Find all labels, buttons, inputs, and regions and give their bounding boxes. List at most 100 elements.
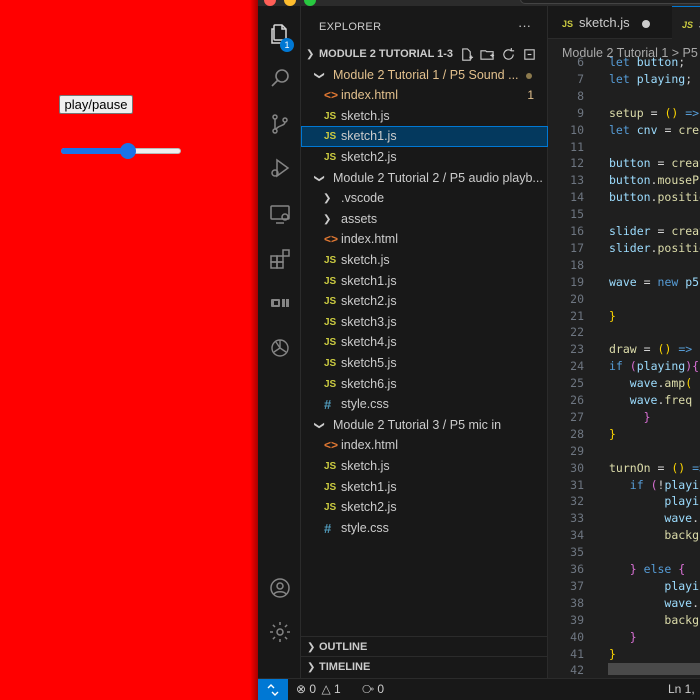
tree-file[interactable]: JS sketch6.js <box>301 374 548 395</box>
tree-folder[interactable]: ❯ Module 2 Tutorial 3 / P5 mic in <box>301 415 548 436</box>
code-line: } <box>609 308 616 323</box>
line-number: 8 <box>577 88 584 103</box>
line-number: 20 <box>570 291 584 306</box>
tree-folder[interactable]: ❯ assets <box>301 209 548 230</box>
js-file-icon: JS <box>682 20 694 30</box>
tree-file[interactable]: JS sketch.js <box>301 106 548 127</box>
tree-file[interactable]: JS sketch1.js <box>301 271 548 292</box>
code-line: } <box>609 646 616 661</box>
css-file-icon: # <box>324 397 332 413</box>
tree-item-label: sketch3.js <box>341 314 397 329</box>
refresh-icon[interactable] <box>501 47 516 62</box>
tab-label: sketch.js <box>579 15 630 30</box>
problems-indicator[interactable]: ⊗ 0 △ 1 <box>296 682 341 696</box>
warning-icon: △ <box>321 682 331 696</box>
tree-file[interactable]: <> index.html 1 <box>301 85 548 106</box>
tree-file[interactable]: # style.css <box>301 394 548 415</box>
run-debug-icon[interactable] <box>258 148 301 188</box>
line-number: 19 <box>570 274 584 289</box>
code-line: } <box>643 409 651 424</box>
tree-file[interactable]: JS sketch.js <box>301 456 548 477</box>
new-file-icon[interactable] <box>459 47 474 62</box>
line-number: 34 <box>570 528 584 543</box>
outline-section[interactable]: ❯ OUTLINE <box>301 636 548 657</box>
tree-file[interactable]: JS sketch2.js <box>301 497 548 518</box>
tree-file[interactable]: JS sketch2.js <box>301 291 548 312</box>
tree-item-label: sketch1.js <box>341 479 397 494</box>
line-number: 40 <box>570 629 584 644</box>
js-file-icon: JS <box>324 358 337 369</box>
js-file-icon: JS <box>324 296 337 308</box>
new-folder-icon[interactable] <box>480 47 495 62</box>
search-icon[interactable] <box>258 58 301 98</box>
slider-thumb[interactable] <box>120 143 137 159</box>
chatgpt-icon[interactable] <box>258 328 301 368</box>
tree-folder[interactable]: ❯ Module 2 Tutorial 1 / P5 Sound ... <box>301 65 548 86</box>
tree-item-label: Module 2 Tutorial 1 / P5 Sound ... <box>333 67 519 82</box>
command-center[interactable] <box>520 0 700 4</box>
files-icon[interactable] <box>258 14 301 54</box>
code-line: playin <box>664 578 700 593</box>
code-line: button.mousePr <box>609 173 700 188</box>
js-file-icon: JS <box>324 461 337 472</box>
copilot-icon[interactable] <box>258 283 301 323</box>
ports-indicator[interactable]: ⧂ 0 <box>362 682 384 697</box>
more-actions-icon[interactable]: ··· <box>518 18 531 33</box>
tab-sketch-js[interactable]: JS sketch.js <box>562 6 650 39</box>
remote-explorer-icon[interactable] <box>258 194 301 234</box>
line-number: 15 <box>570 207 584 222</box>
tree-item-label: sketch.js <box>341 253 390 267</box>
js-file-icon: JS <box>324 502 337 514</box>
cursor-position[interactable]: Ln 1, <box>668 682 695 696</box>
modified-dot-icon <box>526 72 532 79</box>
css-file-icon: # <box>324 520 332 536</box>
line-number: 28 <box>570 426 584 441</box>
activity-bar: 1 <box>258 6 301 678</box>
tree-file[interactable]: JS sketch2.js <box>301 147 548 168</box>
tree-file[interactable]: JS sketch1.js <box>301 477 548 498</box>
html-file-icon: <> <box>324 232 339 247</box>
tab-active[interactable]: JSsk <box>672 6 700 39</box>
js-file-icon: JS <box>324 152 337 163</box>
line-number: 13 <box>570 173 584 188</box>
source-control-icon[interactable] <box>258 104 301 144</box>
workspace-header[interactable]: ❯ MODULE 2 TUTORIAL 1-3 <box>301 44 548 65</box>
line-number: 25 <box>570 376 584 391</box>
tree-file[interactable]: # style.css <box>301 518 548 539</box>
code-line: button = creat <box>609 156 700 171</box>
account-icon[interactable] <box>258 568 301 608</box>
horizontal-scrollbar[interactable] <box>608 663 700 675</box>
slider-fill <box>61 148 129 154</box>
problem-badge: 1 <box>527 88 534 103</box>
tree-folder[interactable]: ❯ Module 2 Tutorial 2 / P5 audio playb... <box>301 168 548 189</box>
extensions-icon[interactable] <box>258 239 301 279</box>
code-line: } else { <box>629 562 686 576</box>
tree-file[interactable]: JS sketch3.js <box>301 312 548 333</box>
line-number: 24 <box>570 359 584 374</box>
line-number: 9 <box>577 105 584 120</box>
play-pause-button[interactable]: play/pause <box>59 95 133 114</box>
settings-gear-icon[interactable] <box>258 612 301 652</box>
tree-folder[interactable]: ❯ .vscode <box>301 188 548 209</box>
line-number: 32 <box>570 494 584 509</box>
tree-item-label: index.html <box>341 438 398 453</box>
volume-slider[interactable] <box>61 143 181 159</box>
tree-file[interactable]: JS sketch.js <box>301 250 548 271</box>
timeline-section[interactable]: ❯ TIMELINE <box>301 656 548 677</box>
broadcast-icon: ⧂ <box>362 682 375 696</box>
collapse-all-icon[interactable] <box>522 47 537 62</box>
remote-indicator[interactable] <box>258 679 288 700</box>
js-file-icon: JS <box>562 19 574 29</box>
code-line: let playing; <box>609 71 693 86</box>
tree-file[interactable]: JS sketch4.js <box>301 332 548 353</box>
js-file-icon: JS <box>324 131 337 143</box>
tree-file[interactable]: <> index.html <box>301 229 548 250</box>
code-line: } <box>629 629 637 644</box>
code-line: wave = new p5. <box>609 274 700 289</box>
line-number: 36 <box>570 562 584 576</box>
tree-file[interactable]: JS sketch1.js <box>301 126 548 148</box>
tree-file[interactable]: JS sketch5.js <box>301 353 548 374</box>
code-line: turnOn = () => <box>609 460 700 475</box>
tree-item-label: sketch2.js <box>341 294 397 309</box>
tree-file[interactable]: <> index.html <box>301 435 548 456</box>
